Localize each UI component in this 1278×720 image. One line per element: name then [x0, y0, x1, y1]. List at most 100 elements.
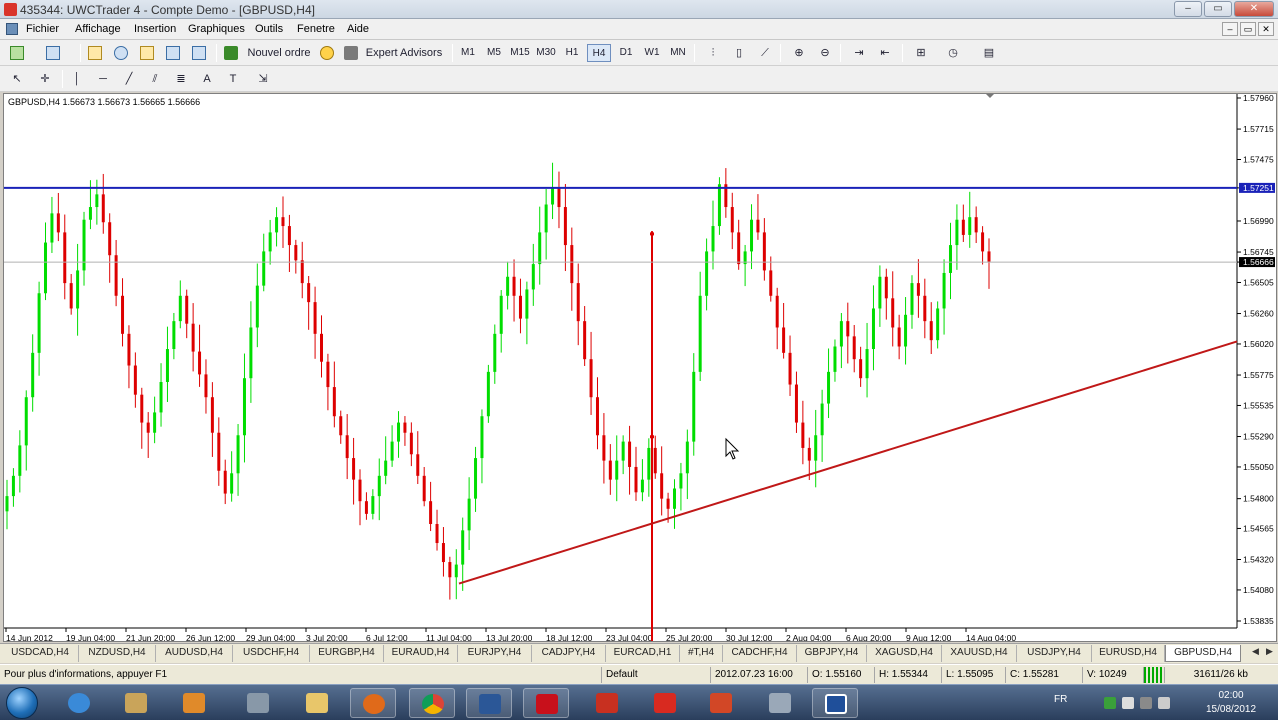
tray-volume-icon[interactable]	[1158, 697, 1170, 709]
autotrading-icon[interactable]	[318, 44, 336, 62]
candle-body	[698, 295, 702, 372]
templates-icon[interactable]: ▤	[980, 44, 998, 62]
label-icon[interactable]: T	[224, 70, 242, 88]
tester-icon[interactable]	[164, 44, 182, 62]
clock[interactable]: 02:00 15/08/2012	[1206, 689, 1256, 717]
candlestick-icon[interactable]: ▯	[730, 44, 748, 62]
taskbar-metatrader-icon[interactable]	[812, 688, 858, 718]
periods-icon[interactable]: ◷	[944, 44, 962, 62]
close-button[interactable]: ✕	[1234, 1, 1274, 17]
taskbar-chrome-icon[interactable]	[409, 688, 455, 718]
bar-chart-icon[interactable]: ⫶	[704, 44, 722, 62]
indicators-icon[interactable]: ⊞	[912, 44, 930, 62]
taskbar-folder-icon[interactable]	[294, 688, 340, 718]
symbol-tab[interactable]: GBPUSD,H4	[1165, 645, 1241, 662]
taskbar-calculator-icon[interactable]	[757, 688, 803, 718]
new-chart-icon[interactable]	[8, 44, 26, 62]
spike-candle-top	[650, 232, 654, 236]
channel-icon[interactable]: ⫽	[146, 70, 164, 88]
zoom-out-icon[interactable]: ⊖	[816, 44, 834, 62]
symbol-tab[interactable]: EURAUD,H4	[384, 645, 458, 662]
symbol-tab[interactable]: USDCHF,H4	[233, 645, 310, 662]
text-icon[interactable]: A	[198, 70, 216, 88]
taskbar-ie-icon[interactable]	[56, 688, 102, 718]
symbol-tab[interactable]: USDJPY,H4	[1017, 645, 1092, 662]
menu-fenetre[interactable]: Fenetre	[297, 23, 335, 35]
tray-flag-icon[interactable]	[1122, 697, 1134, 709]
taskbar-app-icon[interactable]	[235, 688, 281, 718]
language-indicator[interactable]: FR	[1054, 694, 1067, 705]
tab-scroll-right-icon[interactable]: ▶	[1266, 646, 1273, 657]
timeframe-h4[interactable]: H4	[587, 44, 611, 62]
taskbar-trader-icon[interactable]	[584, 688, 630, 718]
navigator-icon[interactable]	[112, 44, 130, 62]
restore-button[interactable]: ▭	[1204, 1, 1232, 17]
crosshair-icon[interactable]: ✛	[36, 70, 54, 88]
candle-body	[358, 479, 362, 502]
minimize-button[interactable]: –	[1174, 1, 1202, 17]
taskbar-powerpoint-icon[interactable]	[698, 688, 744, 718]
price-chart[interactable]: 1.57960 1.57715 1.57475 1.57251 1.56990 1.567…	[4, 94, 1277, 642]
taskbar-media-icon[interactable]	[171, 688, 217, 718]
symbol-tab[interactable]: XAUUSD,H4	[942, 645, 1017, 662]
cursor-icon[interactable]: ↖	[8, 70, 26, 88]
symbol-tab[interactable]: EURJPY,H4	[458, 645, 532, 662]
taskbar-word-icon[interactable]	[466, 688, 512, 718]
mouse-cursor-icon	[725, 437, 740, 460]
timeframe-h1[interactable]: H1	[560, 44, 584, 62]
fibonacci-icon[interactable]: ≣	[172, 70, 190, 88]
new-order-button[interactable]: Nouvel ordre	[222, 44, 316, 62]
symbol-tab[interactable]: GBPJPY,H4	[797, 645, 867, 662]
market-watch-icon[interactable]	[86, 44, 104, 62]
symbol-tab[interactable]: XAGUSD,H4	[867, 645, 942, 662]
status-profile[interactable]: Default	[601, 667, 709, 683]
timeframe-d1[interactable]: D1	[614, 44, 638, 62]
chart-window[interactable]: 1.57960 1.57715 1.57475 1.57251 1.56990 1.567…	[3, 93, 1277, 642]
vertical-line-icon[interactable]: │	[68, 70, 86, 88]
tray-monitor-icon[interactable]	[1140, 697, 1152, 709]
horizontal-line-icon[interactable]: ─	[94, 70, 112, 88]
taskbar-acrobat-icon[interactable]	[523, 688, 569, 718]
terminal-icon[interactable]	[138, 44, 156, 62]
timeframe-m15[interactable]: M15	[508, 44, 532, 62]
symbol-tab[interactable]: EURCAD,H1	[606, 645, 680, 662]
symbol-tab[interactable]: NZDUSD,H4	[79, 645, 156, 662]
candle-body	[961, 219, 965, 235]
zoom-in-icon[interactable]: ⊕	[790, 44, 808, 62]
mdi-restore-button[interactable]: ▭	[1240, 22, 1256, 36]
chart-shift-icon[interactable]: ⇤	[876, 44, 894, 62]
symbol-tab[interactable]: AUDUSD,H4	[156, 645, 233, 662]
symbol-tab[interactable]: #T,H4	[680, 645, 723, 662]
symbol-tab[interactable]: USDCAD,H4	[2, 645, 79, 662]
timeframe-m5[interactable]: M5	[482, 44, 506, 62]
line-chart-icon[interactable]: ⟋	[756, 44, 774, 62]
autoscroll-icon[interactable]: ⇥	[850, 44, 868, 62]
symbol-tab[interactable]: CADJPY,H4	[532, 645, 606, 662]
expert-advisors-button[interactable]: Expert Advisors	[342, 44, 446, 62]
symbol-tab[interactable]: EURUSD,H4	[1092, 645, 1165, 662]
mdi-close-button[interactable]: ✕	[1258, 22, 1274, 36]
taskbar-firefox-icon[interactable]	[350, 688, 396, 718]
menu-graphiques[interactable]: Graphiques	[188, 23, 245, 35]
taskbar-explorer-icon[interactable]	[113, 688, 159, 718]
taskbar-tool-icon[interactable]	[642, 688, 688, 718]
start-button[interactable]	[6, 687, 38, 719]
timeframe-mn[interactable]: MN	[666, 44, 690, 62]
symbol-tab[interactable]: EURGBP,H4	[310, 645, 384, 662]
timeframe-m30[interactable]: M30	[534, 44, 558, 62]
tray-network-icon[interactable]	[1104, 697, 1116, 709]
menu-fichier[interactable]: Fichier	[26, 23, 59, 35]
profiles-icon[interactable]	[44, 44, 62, 62]
mdi-minimize-button[interactable]: –	[1222, 22, 1238, 36]
tab-scroll-left-icon[interactable]: ◀	[1252, 646, 1259, 657]
zoom-chart-icon[interactable]	[190, 44, 208, 62]
symbol-tab[interactable]: CADCHF,H4	[723, 645, 797, 662]
menu-insertion[interactable]: Insertion	[134, 23, 176, 35]
arrows-icon[interactable]: ⇲	[254, 70, 272, 88]
timeframe-w1[interactable]: W1	[640, 44, 664, 62]
timeframe-m1[interactable]: M1	[456, 44, 480, 62]
menu-aide[interactable]: Aide	[347, 23, 369, 35]
menu-outils[interactable]: Outils	[255, 23, 283, 35]
menu-affichage[interactable]: Affichage	[75, 23, 121, 35]
trendline-icon[interactable]: ╱	[120, 70, 138, 88]
